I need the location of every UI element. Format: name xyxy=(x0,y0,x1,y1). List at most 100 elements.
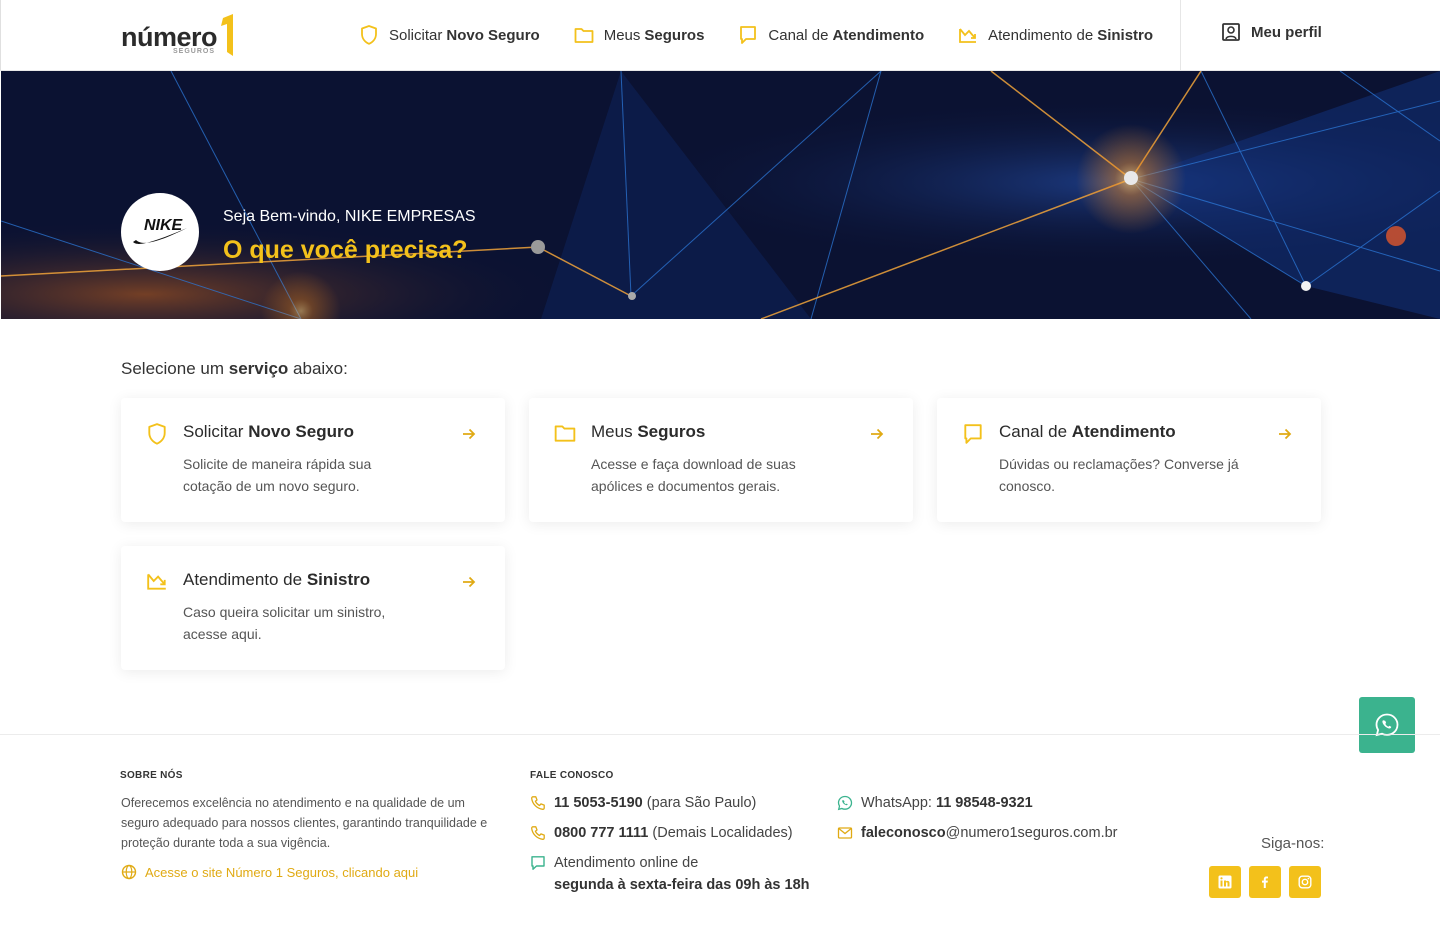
card-title-bold: Seguros xyxy=(637,422,706,441)
nav-meus-seguros[interactable]: Meus Seguros xyxy=(574,25,705,45)
chat-icon xyxy=(738,25,758,45)
whatsapp-contact[interactable]: WhatsApp: 11 98548-9321 xyxy=(837,792,1033,814)
logo-number-one-icon xyxy=(221,14,233,56)
follow-us-label: Siga-nos: xyxy=(1261,835,1325,852)
network-background-image xyxy=(1,71,1440,319)
online-hours: Atendimento online de segunda à sexta-fei… xyxy=(530,852,810,896)
chat-icon xyxy=(531,856,545,870)
card-description: Caso queira solicitar um sinistro, acess… xyxy=(183,604,386,642)
phone-note: (Demais Localidades) xyxy=(652,825,793,841)
user-icon xyxy=(1221,22,1241,42)
chat-icon xyxy=(962,423,984,445)
arrow-right-icon xyxy=(461,426,477,442)
nav-label-bold: Seguros xyxy=(644,26,705,44)
phone-note: (para São Paulo) xyxy=(646,795,757,811)
return-arrow-icon xyxy=(146,571,168,593)
arrow-right-icon xyxy=(461,574,477,590)
email-user: faleconosco xyxy=(861,825,946,841)
phone-demais-localidades[interactable]: 0800 777 1111 (Demais Localidades) xyxy=(530,822,793,844)
nav-label-bold: Novo Seguro xyxy=(446,26,540,44)
whatsapp-number: 11 98548-9321 xyxy=(935,795,1033,811)
card-solicitar-novo-seguro[interactable]: Solicitar Novo Seguro Solicite de maneir… xyxy=(121,398,505,522)
nav-canal-de-atendimento[interactable]: Canal de Atendimento xyxy=(738,25,924,45)
online-hours-line1: Atendimento online de xyxy=(554,855,699,871)
mail-icon xyxy=(837,827,853,839)
hero-banner: NIKE Seja Bem-vindo, NIKE EMPRESAS O que… xyxy=(1,71,1440,319)
site-link[interactable]: Acesse o site Número 1 Seguros, clicando… xyxy=(121,864,418,880)
contact-heading: FALE CONOSCO xyxy=(530,770,614,781)
phone-number: 11 5053-5190 xyxy=(554,795,643,811)
select-label-post: abaixo: xyxy=(293,359,348,378)
card-title-pre: Canal de xyxy=(999,422,1068,441)
online-hours-line2: segunda à sexta-feira das 09h às 18h xyxy=(554,877,810,893)
card-canal-de-atendimento[interactable]: Canal de Atendimento Dúvidas ou reclamaç… xyxy=(937,398,1321,522)
profile-label: Meu perfil xyxy=(1251,23,1322,41)
card-title-bold: Sinistro xyxy=(306,570,371,589)
about-heading: SOBRE NÓS xyxy=(120,770,183,781)
card-title-bold: Novo Seguro xyxy=(248,422,354,441)
card-title: Solicitar Novo Seguro xyxy=(183,422,354,442)
site-link-label: Acesse o site Número 1 Seguros, clicando… xyxy=(145,864,419,880)
linkedin-icon xyxy=(1218,875,1232,889)
nav-label-pre: Meus xyxy=(603,26,641,44)
facebook-button[interactable] xyxy=(1249,866,1281,898)
select-label-pre: Selecione um xyxy=(121,359,225,378)
nike-logo-icon: NIKE xyxy=(133,217,187,244)
globe-icon xyxy=(121,864,137,880)
main-nav: Solicitar Novo Seguro Meus Seguros Canal d… xyxy=(359,0,1187,70)
company-avatar: NIKE xyxy=(121,193,199,271)
shield-icon xyxy=(146,423,168,445)
card-title-pre: Atendimento de xyxy=(183,570,303,589)
site-footer: SOBRE NÓS Oferecemos excelência no atend… xyxy=(0,734,1440,931)
email-contact[interactable]: faleconosco@numero1seguros.com.br xyxy=(837,822,1118,844)
phone-line: 11 5053-5190 (para São Paulo) xyxy=(554,792,756,814)
email-line: faleconosco@numero1seguros.com.br xyxy=(861,822,1118,844)
card-description: Solicite de maneira rápida sua cotação d… xyxy=(183,456,372,494)
phone-icon xyxy=(531,826,545,840)
card-title: Meus Seguros xyxy=(591,422,705,442)
folder-icon xyxy=(574,25,594,45)
nav-label-pre: Atendimento de xyxy=(988,26,1094,44)
nav-label-bold: Atendimento xyxy=(832,26,925,44)
arrow-right-icon xyxy=(1277,426,1293,442)
card-description: Dúvidas ou reclamações? Converse já cono… xyxy=(999,456,1239,494)
folder-icon xyxy=(554,423,576,445)
card-title-pre: Meus xyxy=(591,422,633,441)
hero-question: O que você precisa? xyxy=(223,236,468,264)
logo-subtitle: SEGUROS xyxy=(173,48,216,55)
card-meus-seguros[interactable]: Meus Seguros Acesse e faça download de s… xyxy=(529,398,913,522)
instagram-icon xyxy=(1298,875,1312,889)
phone-line: 0800 777 1111 (Demais Localidades) xyxy=(554,822,793,844)
card-description: Acesse e faça download de suas apólices … xyxy=(591,456,796,494)
about-text: Oferecemos excelência no atendimento e n… xyxy=(121,796,488,850)
facebook-icon xyxy=(1262,876,1268,888)
whatsapp-line: WhatsApp: 11 98548-9321 xyxy=(861,792,1033,814)
card-title-bold: Atendimento xyxy=(1071,422,1176,441)
select-label-bold: serviço xyxy=(228,359,289,378)
card-title: Canal de Atendimento xyxy=(999,422,1176,442)
phone-number: 0800 777 1111 xyxy=(554,825,649,841)
nav-label-pre: Canal de xyxy=(768,26,829,44)
brand-logo[interactable]: número SEGUROS xyxy=(121,14,241,58)
nav-label-bold: Sinistro xyxy=(1097,26,1154,44)
card-title: Atendimento de Sinistro xyxy=(183,570,370,590)
profile-button[interactable]: Meu perfil xyxy=(1221,22,1322,42)
card-title-pre: Solicitar xyxy=(183,422,244,441)
nav-divider xyxy=(1180,0,1181,70)
shield-icon xyxy=(359,25,379,45)
instagram-button[interactable] xyxy=(1289,866,1321,898)
whatsapp-label: WhatsApp: xyxy=(861,795,932,811)
return-arrow-icon xyxy=(958,25,978,45)
nav-solicitar-novo-seguro[interactable]: Solicitar Novo Seguro xyxy=(359,25,540,45)
arrow-right-icon xyxy=(869,426,885,442)
phone-sao-paulo[interactable]: 11 5053-5190 (para São Paulo) xyxy=(530,792,756,814)
phone-icon xyxy=(531,796,545,810)
whatsapp-icon xyxy=(837,795,853,811)
top-header: número SEGUROS Solicitar Novo Seguro Meus… xyxy=(0,0,1440,71)
online-hours-text: Atendimento online de segunda à sexta-fei… xyxy=(554,852,810,896)
linkedin-button[interactable] xyxy=(1209,866,1241,898)
card-atendimento-de-sinistro[interactable]: Atendimento de Sinistro Caso queira soli… xyxy=(121,546,505,670)
nav-atendimento-de-sinistro[interactable]: Atendimento de Sinistro xyxy=(958,25,1153,45)
welcome-text: Seja Bem-vindo, NIKE EMPRESAS xyxy=(223,208,476,225)
svg-text:NIKE: NIKE xyxy=(144,217,184,234)
